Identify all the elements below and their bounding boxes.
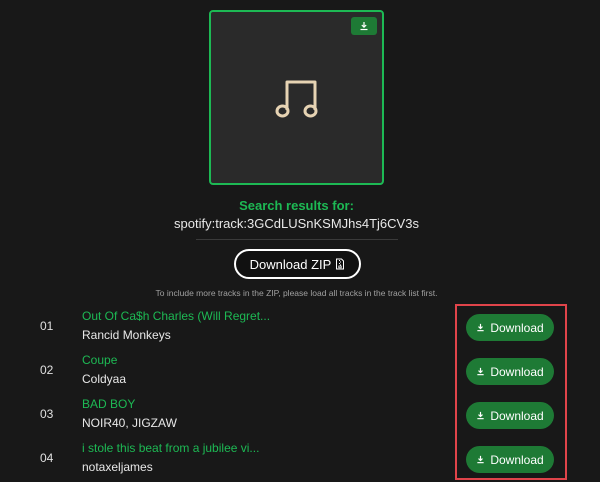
download-icon	[360, 22, 368, 31]
download-icon	[477, 455, 484, 464]
track-artist: notaxeljames	[82, 460, 153, 474]
search-results-label: Search results for:	[239, 198, 354, 213]
download-icon	[477, 367, 484, 376]
track-download-button[interactable]: Download	[466, 402, 554, 429]
track-download-label: Download	[490, 408, 544, 423]
album-cover	[209, 10, 384, 185]
track-number: 02	[40, 363, 54, 377]
track-title[interactable]: i stole this beat from a jubilee vi...	[82, 441, 259, 455]
track-number: 03	[40, 407, 54, 421]
page: Search results for: spotify:track:3GCdLU…	[0, 0, 600, 482]
track-number: 01	[40, 319, 54, 333]
track-download-label: Download	[490, 320, 544, 335]
track-artist: Coldyaa	[82, 372, 127, 386]
cover-download-button[interactable]	[351, 17, 377, 35]
track-download-label: Download	[490, 452, 544, 467]
search-query: spotify:track:3GCdLUSnKSMJhs4Tj6CV3s	[174, 216, 419, 231]
download-zip-button[interactable]: Download ZIP	[234, 249, 361, 279]
track-download-button[interactable]: Download	[466, 446, 554, 473]
download-icon	[477, 323, 484, 332]
track-artist: NOIR40, JIGZAW	[82, 416, 177, 430]
track-artist: Rancid Monkeys	[82, 328, 171, 342]
zip-file-icon	[336, 258, 345, 270]
music-note-icon	[275, 80, 318, 118]
track-title[interactable]: Out Of Ca$h Charles (Will Regret...	[82, 309, 270, 323]
download-zip-label: Download ZIP	[249, 256, 332, 272]
divider	[196, 239, 398, 240]
track-title[interactable]: BAD BOY	[82, 397, 135, 411]
track-download-label: Download	[490, 364, 544, 379]
track-download-button[interactable]: Download	[466, 358, 554, 385]
track-number: 04	[40, 451, 54, 465]
download-icon	[477, 411, 484, 420]
zip-note: To include more tracks in the ZIP, pleas…	[155, 288, 438, 298]
track-download-button[interactable]: Download	[466, 314, 554, 341]
track-title[interactable]: Coupe	[82, 353, 117, 367]
